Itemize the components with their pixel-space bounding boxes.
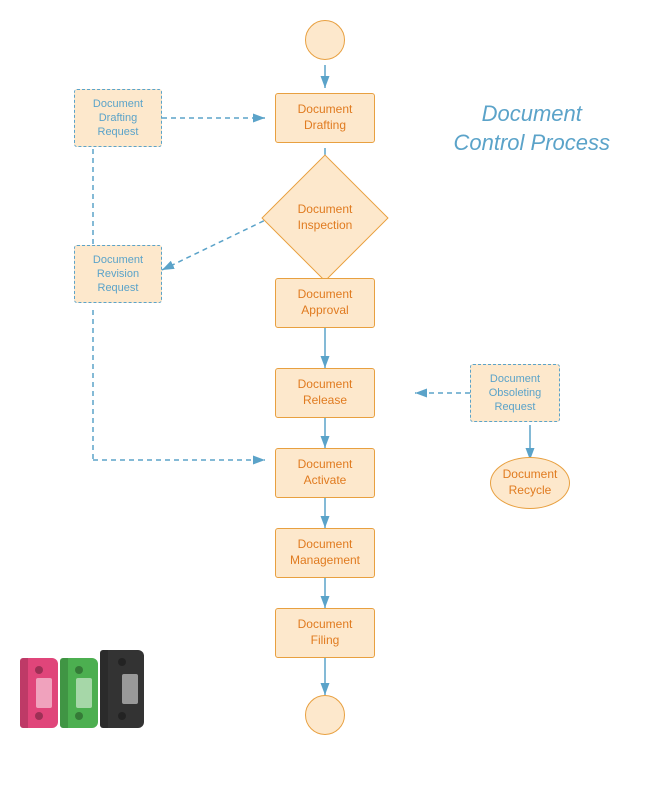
binder-black	[100, 650, 144, 728]
document-inspection-wrapper: Document Inspection	[280, 173, 370, 263]
binder-dot-bottom	[75, 712, 83, 720]
diagram-container: Document Control Process	[0, 0, 650, 788]
binder-green	[60, 658, 98, 728]
document-filing: Document Filing	[275, 608, 375, 658]
end-circle	[305, 695, 345, 735]
binder-dot-bottom	[35, 712, 43, 720]
document-approval: Document Approval	[275, 278, 375, 328]
document-recycle: Document Recycle	[490, 457, 570, 509]
document-activate: Document Activate	[275, 448, 375, 498]
document-drafting-request: Document Drafting Request	[74, 89, 162, 147]
document-management: Document Management	[275, 528, 375, 578]
binder-dot-top	[35, 666, 43, 674]
document-obsoleting-request: Document Obsoleting Request	[470, 364, 560, 422]
binders-decoration	[20, 650, 144, 728]
document-release: Document Release	[275, 368, 375, 418]
binder-label	[36, 678, 52, 708]
diagram-title: Document Control Process	[453, 100, 610, 157]
binder-pink	[20, 658, 58, 728]
binder-dot-bottom	[118, 712, 126, 720]
document-inspection-label: Document Inspection	[298, 202, 353, 233]
document-revision-request: Document Revision Request	[74, 245, 162, 303]
binder-dot-top	[118, 658, 126, 666]
binder-label	[76, 678, 92, 708]
binder-label	[122, 674, 138, 704]
binder-dot-top	[75, 666, 83, 674]
document-drafting: Document Drafting	[275, 93, 375, 143]
start-circle	[305, 20, 345, 60]
